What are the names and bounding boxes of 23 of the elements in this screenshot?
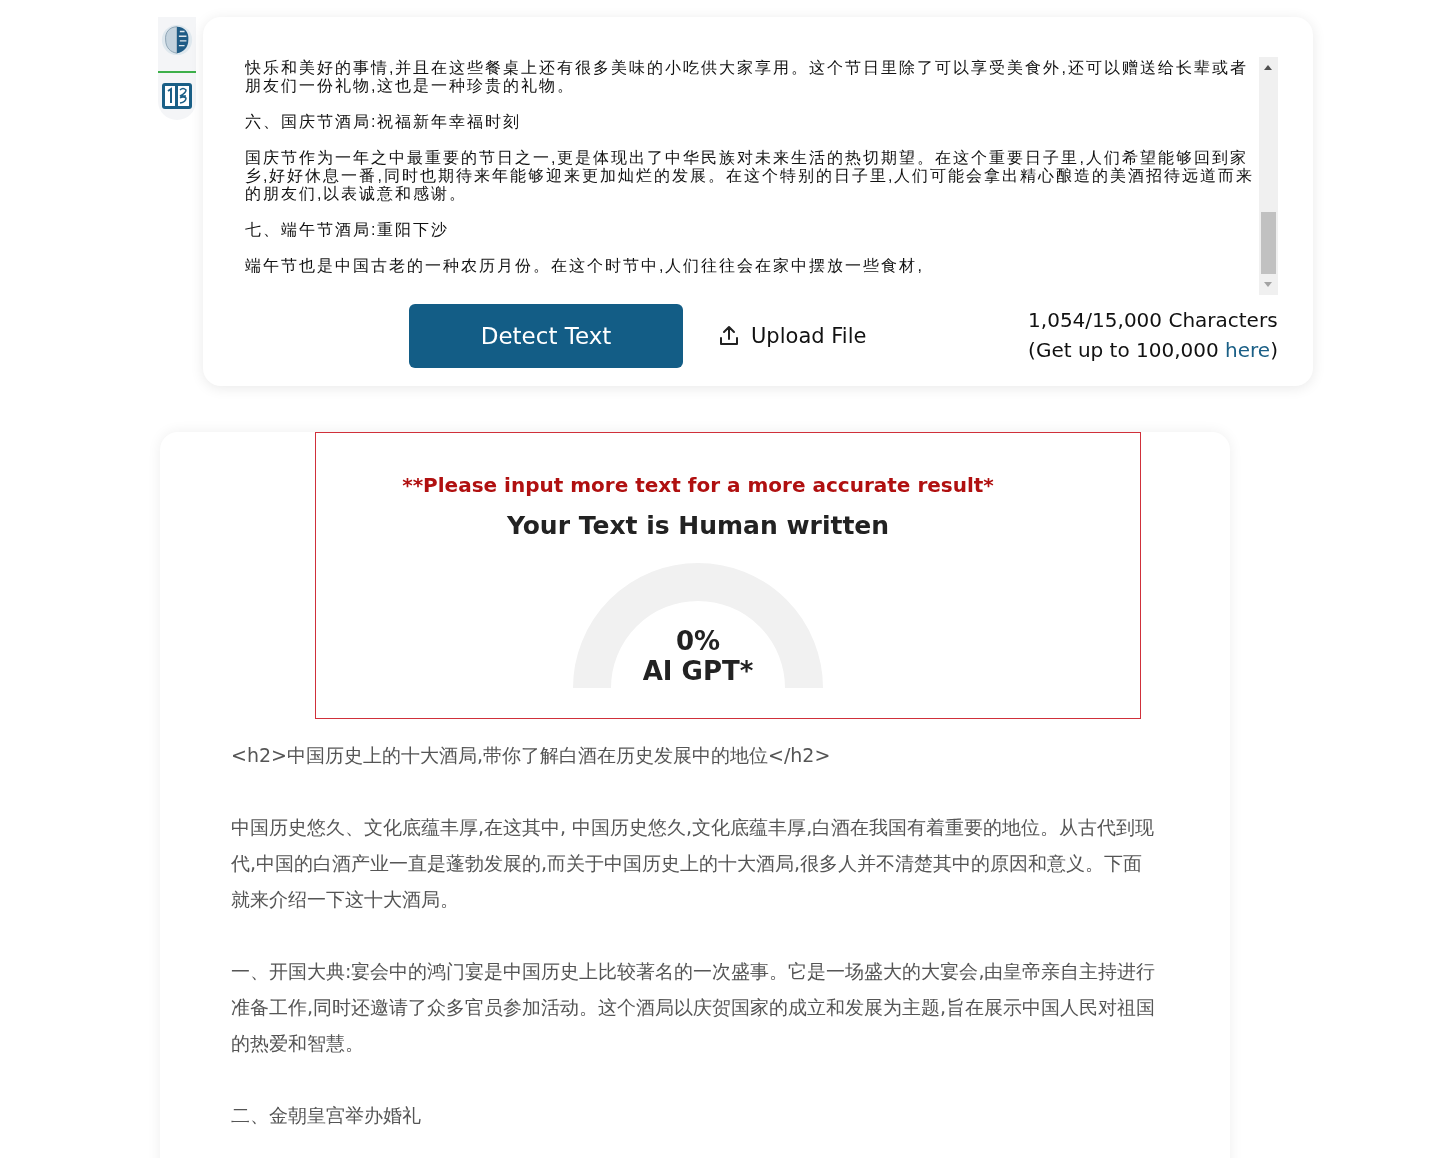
verdict-text: Your Text is Human written bbox=[506, 511, 890, 540]
numbers-icon[interactable] bbox=[161, 82, 193, 110]
upgrade-note: (Get up to 100,000 here) bbox=[1028, 336, 1278, 364]
warning-text: **Please input more text for a more accurate result* bbox=[402, 473, 994, 497]
article-paragraph: 二、金朝皇宫举办婚礼 bbox=[231, 1103, 422, 1128]
detect-button[interactable]: Detect Text bbox=[409, 304, 683, 368]
input-paragraph: 快乐和美好的事情,并且在这些餐桌上还有很多美味的小吃供大家享用。这个节日里除了可以享受美食外,还可以赠送给长辈或者朋友们一份礼物,这也是一种珍贵的礼物。 bbox=[245, 59, 1249, 95]
here-link[interactable]: here bbox=[1225, 337, 1271, 362]
upload-icon bbox=[717, 324, 741, 348]
article-paragraph: 中国历史悠久、文化底蕴丰厚,在这其中, 中国历史悠久,文化底蕴丰厚,白酒在我国有着重要的地位。从古代到现代,中国的白酒产业一直是蓬勃发展的,而关于中国历史上的十大酒局,很多人并不清楚其中的原因和意义。下面就来介绍一下这十大酒局。 bbox=[231, 815, 1156, 912]
brain-icon[interactable] bbox=[160, 23, 194, 57]
article-paragraph: <h2>中国历史上的十大酒局,带你了解白酒在历史发展中的地位</h2> bbox=[231, 743, 832, 768]
ai-percentage: 0% bbox=[675, 626, 721, 656]
text-input[interactable] bbox=[245, 57, 1278, 295]
input-paragraph: 六、国庆节酒局:祝福新年幸福时刻 bbox=[245, 113, 523, 131]
scrollbar[interactable] bbox=[1259, 57, 1278, 295]
upload-button[interactable]: Upload File bbox=[717, 324, 867, 348]
article-paragraph: 一、开国大典:宴会中的鸿门宴是中国历史上比较著名的一次盛事。它是一场盛大的大宴会,由皇帝亲自主持进行准备工作,同时还邀请了众多官员参加活动。这个酒局以庆贺国家的成立和发展为主题,旨在展示中国人民对祖国的热爱和智慧。 bbox=[231, 959, 1156, 1056]
character-count: 1,054/15,000 Characters bbox=[1028, 306, 1278, 334]
input-paragraph: 端午节也是中国古老的一种农历月份。在这个时节中,人们往往会在家中摆放一些食材, bbox=[245, 257, 925, 275]
gauge-label: AI GPT* bbox=[642, 656, 754, 686]
input-paragraph: 七、端午节酒局:重阳下沙 bbox=[245, 221, 451, 239]
input-paragraph: 国庆节作为一年之中最重要的节日之一,更是体现出了中华民族对未来生活的热切期望。在这个重要日子里,人们希望能够回到家乡,好好休息一番,同时也期待来年能够迎来更加灿烂的发展。在这个特别的日子里,人们可能会拿出精心酿造的美酒招待远道而来的朋友们,以表诚意和感谢。 bbox=[245, 149, 1256, 203]
